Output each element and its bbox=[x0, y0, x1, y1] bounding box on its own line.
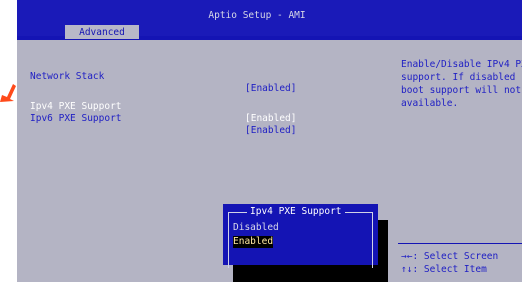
tab-advanced[interactable]: Advanced bbox=[65, 25, 139, 39]
setting-ipv6-pxe-support[interactable]: Ipv6 PXE Support [Enabled] bbox=[30, 101, 390, 149]
help-line: Enable/Disable IPv4 PXE bbox=[401, 59, 522, 70]
nav-key-select-item: ↑↓: Select Item bbox=[401, 264, 487, 275]
red-pointer-arrow-icon bbox=[0, 84, 16, 102]
help-line: available. bbox=[401, 98, 459, 109]
option-popup[interactable]: Ipv4 PXE Support Disabled Enabled bbox=[223, 204, 378, 268]
popup-option-enabled[interactable]: Enabled bbox=[233, 236, 274, 248]
bios-screen: Aptio Setup - AMI Advanced Network Stack… bbox=[17, 0, 522, 282]
setting-label: Ipv6 PXE Support bbox=[30, 113, 122, 124]
help-divider bbox=[398, 243, 522, 244]
help-line: boot support will not bbox=[401, 85, 522, 96]
title-bar: Aptio Setup - AMI Advanced bbox=[17, 0, 522, 39]
help-line: support. If disabled bbox=[401, 72, 516, 83]
setting-value[interactable]: [Enabled] bbox=[245, 125, 296, 137]
setting-label: Network Stack bbox=[30, 71, 105, 82]
popup-option-disabled[interactable]: Disabled bbox=[233, 222, 279, 234]
popup-title: Ipv4 PXE Support bbox=[247, 206, 345, 218]
window-title: Aptio Setup - AMI bbox=[208, 10, 306, 21]
nav-key-select-screen: →←: Select Screen bbox=[401, 251, 499, 262]
